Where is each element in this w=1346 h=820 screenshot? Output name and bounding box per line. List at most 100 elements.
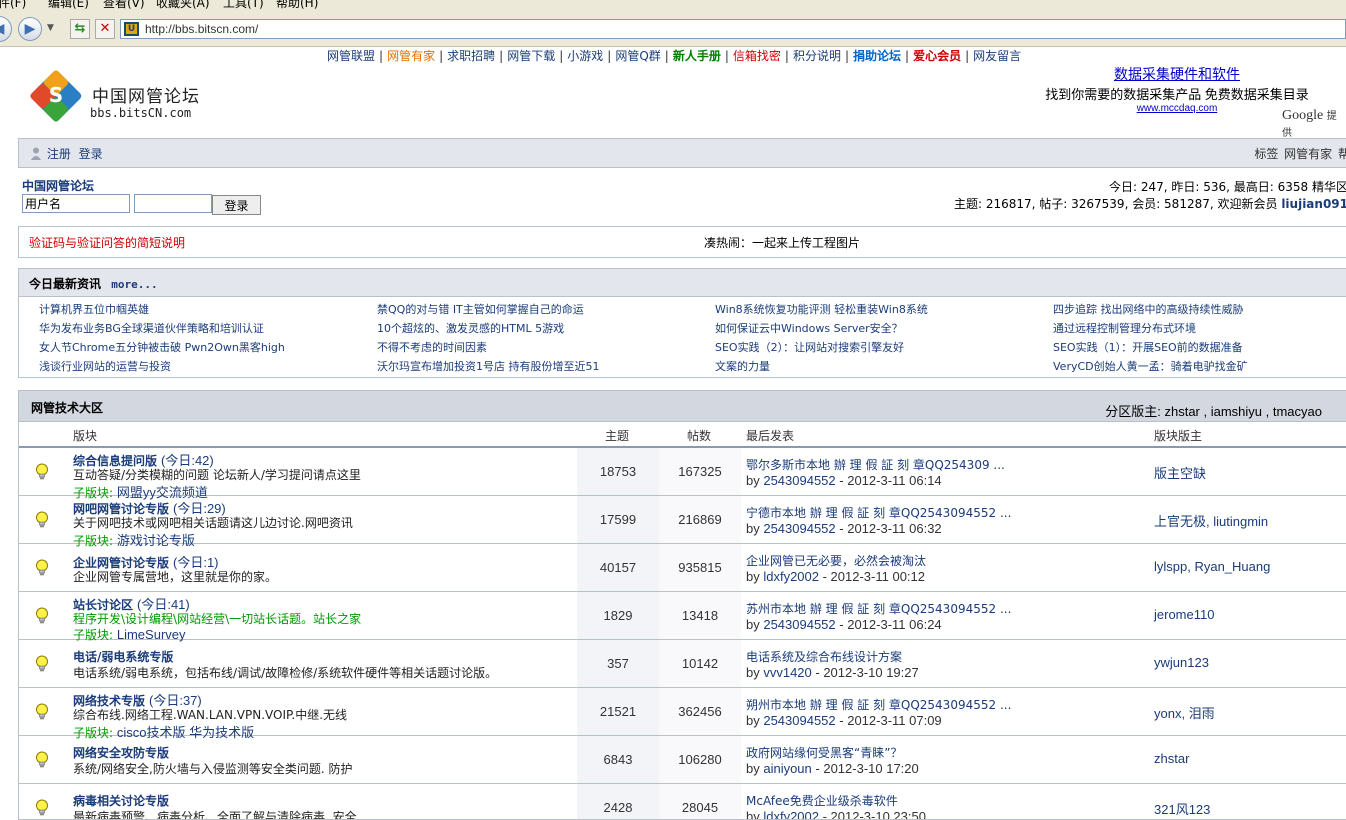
forum-name-line[interactable]: 电话/弱电系统专版 [73,648,177,665]
last-post-user[interactable]: ldxfy2002 [763,569,819,584]
forum-name[interactable]: 电话/弱电系统专版 [73,650,173,664]
login-button[interactable]: 登录 [212,195,261,215]
forum-moderators[interactable]: 321风123 [1154,799,1210,818]
menu-view[interactable]: 查看(V) [103,0,145,10]
col-posts: 帖数 [687,429,712,443]
nav-link[interactable]: 网管Q群 [615,49,660,63]
news-item[interactable]: 禁QQ的对与错 IT主管如何掌握自己的命运 [377,301,584,317]
nav-link[interactable]: 信箱找密 [733,49,781,63]
newest-member-link[interactable]: liujian091 [1281,197,1346,211]
nav-link[interactable]: 小游戏 [567,49,603,63]
last-post-title[interactable]: 企业网管已无必要，必然会被淘汰 [746,552,926,569]
forum-moderators[interactable]: 上官无极, liutingmin [1154,511,1268,530]
nav-link[interactable]: 积分说明 [793,49,841,63]
nav-link[interactable]: 网管有家 [387,49,435,63]
address-toolbar: ◀ ▶ ▼ ⇆ ✕ U http://bbs.bitscn.com/ [0,10,1346,47]
news-item[interactable]: 女人节Chrome五分钟被击破 Pwn2Own黑客high [39,339,285,355]
news-item[interactable]: 如何保证云中Windows Server安全？ [715,320,903,336]
forum-moderators[interactable]: 版主空缺 [1154,463,1206,482]
login-title: 中国网管论坛 [22,179,95,193]
news-more-link[interactable]: more... [111,278,157,291]
section-title[interactable]: 网管技术大区 [31,399,103,416]
history-dropdown-icon[interactable]: ▼ [47,23,54,33]
forum-name[interactable]: 网络安全攻防专版 [73,746,169,760]
forum-name[interactable]: 病毒相关讨论专版 [73,794,169,808]
news-item[interactable]: 四步追踪 找出网络中的高级持续性威胁 [1053,301,1244,317]
col-forum: 版块 [73,429,98,443]
menu-favorites[interactable]: 收藏夹(A) [156,0,210,10]
user-bar-links[interactable]: 标签 网管有家 帮 [1254,145,1346,162]
refresh-button[interactable]: ⇆ [70,19,90,39]
last-post-title[interactable]: 苏州市本地 辦 理 假 証 刻 章QQ2543094552 ... [746,600,1011,617]
back-button[interactable]: ◀ [0,16,12,42]
forum-status-icon [35,703,49,721]
last-post-title[interactable]: 鄂尔多斯市本地 辦 理 假 証 刻 章QQ254309 ... [746,456,1005,473]
last-post-title[interactable]: 宁德市本地 辦 理 假 証 刻 章QQ2543094552 ... [746,504,1011,521]
menu-tools[interactable]: 工具(T) [223,0,264,10]
nav-link[interactable]: 网管联盟 [327,49,375,63]
nav-link[interactable]: 网友留言 [973,49,1021,63]
forum-moderators[interactable]: yonx, 泪雨 [1154,703,1215,722]
google-ads-label[interactable]: Google 提供 [1282,107,1346,141]
nav-link[interactable]: 求职招聘 [447,49,495,63]
ad-title[interactable]: 数据采集硬件和软件 [1012,64,1342,84]
forum-row: 企业网管讨论专版 (今日:1) 企业网管专属营地，这里就是你的家。 40157 9358… [19,544,1346,592]
last-post-user[interactable]: 2543094552 [763,617,835,632]
login-link[interactable]: 登录 [79,147,103,161]
last-post-title[interactable]: McAfee免费企业级杀毒软件 [746,792,898,809]
forum-name-line[interactable]: 网络安全攻防专版 [73,744,173,761]
news-item[interactable]: 10个超炫的、激发灵感的HTML 5游戏 [377,320,564,336]
forum-post-count: 10142 [659,640,741,687]
user-icon [31,147,41,160]
last-post-title[interactable]: 政府网站缘何受黑客“青睐”？ [746,744,902,761]
nav-link[interactable]: 爱心会员 [913,49,961,63]
news-item[interactable]: 浅谈行业网站的运营与投资 [39,358,171,374]
news-item[interactable]: 通过远程控制管理分布式环境 [1053,320,1196,336]
menu-edit[interactable]: 编辑(E) [48,0,89,10]
forum-moderators[interactable]: jerome110 [1154,607,1214,622]
address-url[interactable]: http://bbs.bitscn.com/ [145,22,258,36]
last-post-title[interactable]: 朔州市本地 辦 理 假 証 刻 章QQ2543094552 ... [746,696,1011,713]
news-item[interactable]: 计算机界五位巾帼英雄 [39,301,149,317]
section-header: 网管技术大区 分区版主: zhstar , iamshiyu , tmacyao [19,391,1346,422]
last-post-user[interactable]: 2543094552 [763,713,835,728]
forum-moderators[interactable]: zhstar [1154,751,1189,766]
forum-status-icon [35,799,49,817]
last-post-title[interactable]: 电话系统及综合布线设计方案 [746,648,902,665]
forum-moderators[interactable]: ywjun123 [1154,655,1209,670]
news-item[interactable]: SEO实践（2）：让网站对搜索引擎友好 [715,339,904,355]
nav-link[interactable]: 新人手册 [673,49,721,63]
top-nav: 网管联盟 | 网管有家 | 求职招聘 | 网管下载 | 小游戏 | 网管Q群 | 新人手册 | 信箱找密 | 积… [327,47,1021,64]
news-item[interactable]: 文案的力量 [715,358,770,374]
username-input[interactable] [22,194,130,213]
last-post-user[interactable]: 2543094552 [763,473,835,488]
news-item[interactable]: 华为发布业务BG全球渠道伙伴策略和培训认证 [39,320,264,336]
stop-button[interactable]: ✕ [95,19,115,39]
news-item[interactable]: VeryCD创始人黄一孟：骑着电驴找金矿 [1053,358,1248,374]
site-logo[interactable]: S 中国网管论坛 bbs.bitsCN.com [26,66,216,128]
last-post-user[interactable]: ainiyoun [763,761,811,776]
menu-file[interactable]: 文件(F) [0,0,26,10]
last-post-user[interactable]: ldxfy2002 [763,809,819,819]
news-item[interactable]: Win8系统恢复功能评测 轻松重装Win8系统 [715,301,928,317]
register-link[interactable]: 注册 [47,147,71,161]
forum-row: 综合信息提问版 (今日:42) 互动答疑/分类模糊的问题 论坛新人/学习提问请点这里… [19,448,1346,500]
news-item[interactable]: 沃尔玛宣布增加投资1号店 持有股份增至近51 [377,358,600,374]
last-post-meta: by 2543094552 - 2012-3-11 06:14 [746,473,942,488]
announcement-left[interactable]: 验证码与验证问答的简短说明 [29,234,185,251]
menu-help[interactable]: 帮助(H) [276,0,318,10]
news-item[interactable]: 不得不考虑的时间因素 [377,339,487,355]
forum-post-count: 362456 [659,688,741,735]
announcement-right[interactable]: 凑热闹：一起来上传工程图片 [704,234,860,251]
section-moderators[interactable]: 分区版主: zhstar , iamshiyu , tmacyao [1105,401,1322,420]
nav-link[interactable]: 网管下载 [507,49,555,63]
address-bar[interactable]: U http://bbs.bitscn.com/ [120,19,1346,39]
forward-button[interactable]: ▶ [18,17,42,41]
last-post-user[interactable]: vvv1420 [763,665,811,680]
news-item[interactable]: SEO实践（1）：开展SEO前的数据准备 [1053,339,1243,355]
forum-name-line[interactable]: 病毒相关讨论专版 [73,792,173,809]
forum-moderators[interactable]: lylspp, Ryan_Huang [1154,559,1270,574]
last-post-user[interactable]: 2543094552 [763,521,835,536]
password-input[interactable] [134,194,212,213]
nav-link[interactable]: 捐助论坛 [853,49,901,63]
